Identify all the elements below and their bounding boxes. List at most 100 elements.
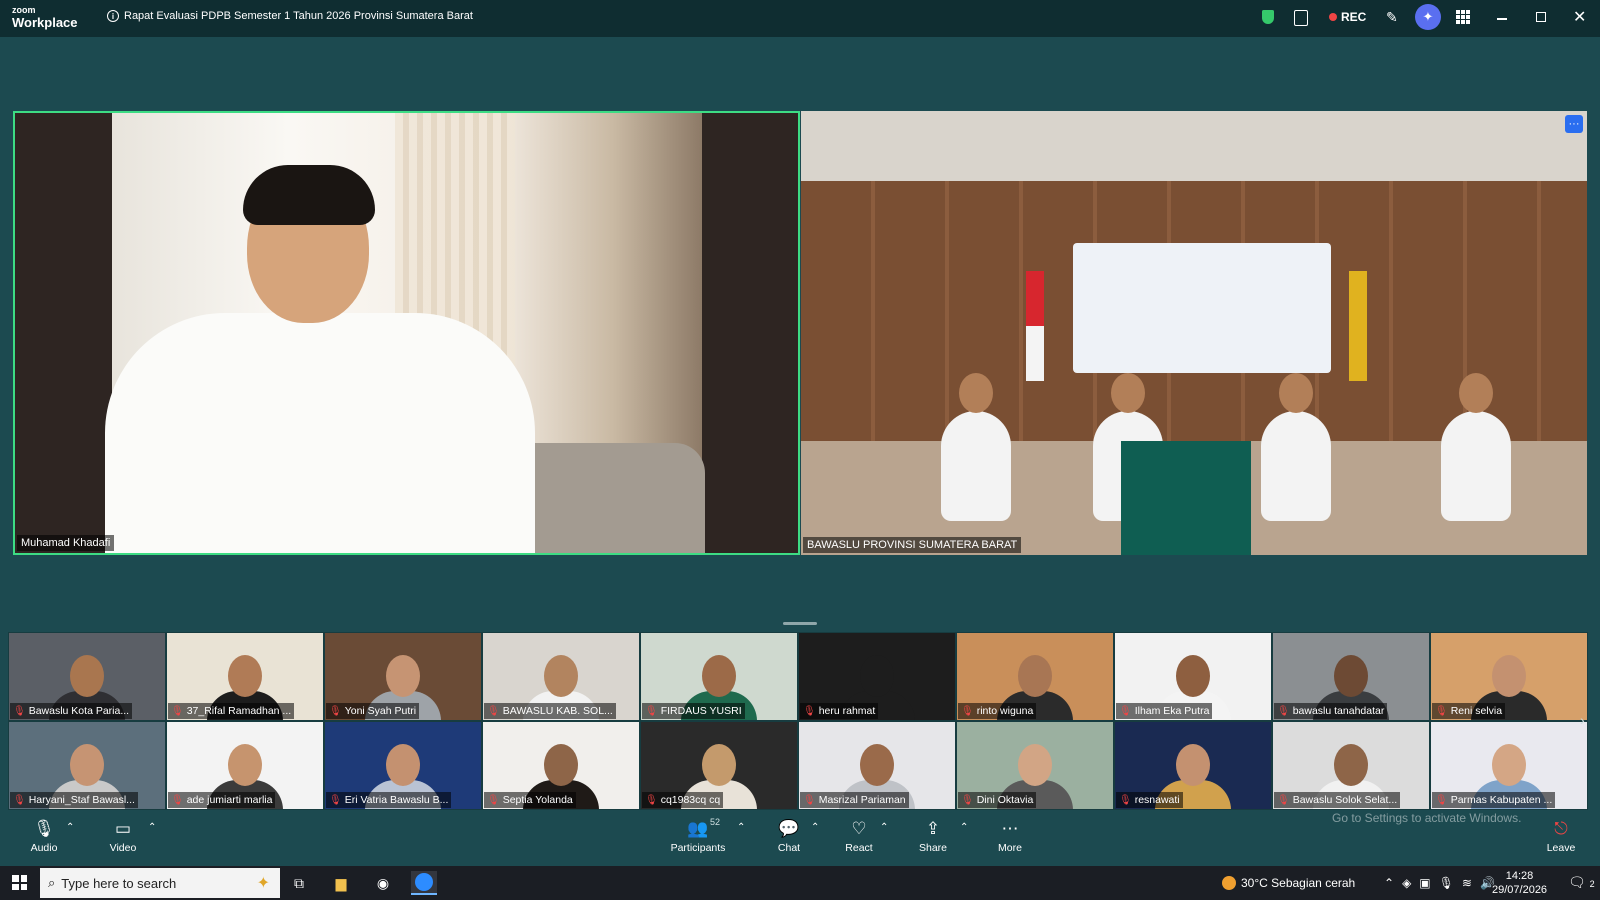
gallery-name-label: 🎙 Dini Oktavia — [958, 792, 1037, 808]
gallery-resize-handle[interactable] — [783, 622, 817, 625]
title-bar: zoom Workplace i Rapat Evaluasi PDPB Sem… — [0, 0, 1600, 37]
display-icon[interactable]: ▣ — [1419, 876, 1430, 890]
maximize-icon[interactable] — [1536, 12, 1546, 22]
gallery-name-label: 🎙 Bawaslu Kota Paria... — [10, 703, 133, 719]
minimize-icon[interactable] — [1497, 18, 1507, 20]
share-options-caret-icon[interactable]: ⌃ — [960, 822, 968, 833]
gallery-name-label: 🎙 BAWASLU KAB. SOL... — [484, 703, 616, 719]
gallery-name-label: 🎙 Septia Yolanda — [484, 792, 576, 808]
gallery-tile[interactable]: 🎙 ade jumiarti marlia — [166, 721, 324, 810]
muted-mic-icon: 🎙 — [803, 705, 816, 717]
logo-text-workplace: Workplace — [12, 15, 78, 30]
share-button[interactable]: ⇪ Share — [918, 818, 948, 854]
room-person — [941, 373, 1011, 521]
chat-options-caret-icon[interactable]: ⌃ — [811, 822, 819, 833]
camera-icon: ▭ — [114, 819, 132, 838]
gallery-tile[interactable]: 🎙 FIRDAUS YUSRI — [640, 632, 798, 721]
muted-mic-icon: 🎙 — [1435, 705, 1448, 717]
wifi-icon[interactable]: ≋ — [1462, 876, 1472, 890]
ai-companion-icon[interactable]: ✦ — [1415, 4, 1441, 30]
gallery-name-text: resnawati — [1134, 794, 1180, 806]
leave-button[interactable]: ⎋ Leave — [1546, 818, 1576, 854]
audio-button[interactable]: 🎙 Audio — [28, 818, 60, 854]
tray-overflow-chevron-icon[interactable]: ⌃ — [1384, 876, 1394, 890]
windows-start-icon[interactable] — [12, 875, 27, 890]
zoom-app-icon[interactable] — [411, 871, 437, 895]
taskbar-clock[interactable]: 14:28 29/07/2026 — [1492, 869, 1547, 897]
gallery-tile[interactable]: 🎙 bawaslu tanahdatar — [1272, 632, 1430, 721]
weather-widget[interactable]: 30°C Sebagian cerah — [1222, 876, 1355, 890]
gallery-tile[interactable]: 🎙 Parmas Kabupaten ... — [1430, 721, 1588, 810]
participant-face — [1334, 744, 1368, 786]
video-tile-speaker[interactable]: Muhamad Khadafi — [13, 111, 800, 555]
gallery-next-chevron-icon[interactable]: › — [1580, 712, 1585, 728]
gallery-name-text: Reni selvia — [1450, 705, 1503, 717]
gallery-tile[interactable]: 🎙 Dini Oktavia — [956, 721, 1114, 810]
gallery-tile[interactable]: 🎙 Bawaslu Solok Selat... — [1272, 721, 1430, 810]
participants-options-caret-icon[interactable]: ⌃ — [737, 822, 745, 833]
gallery-tile[interactable]: 🎙 resnawati — [1114, 721, 1272, 810]
participant-face — [1334, 655, 1368, 697]
gallery-name-label: 🎙 FIRDAUS YUSRI — [642, 703, 745, 719]
gallery-tile[interactable]: 🎙 Yoni Syah Putri — [324, 632, 482, 721]
apps-grid-icon[interactable] — [1456, 10, 1470, 24]
leave-label: Leave — [1546, 842, 1576, 854]
recording-indicator[interactable]: REC — [1329, 10, 1366, 24]
gallery-tile[interactable]: 🎙 cq1983cq cq — [640, 721, 798, 810]
muted-mic-icon: 🎙 — [171, 705, 184, 717]
more-button[interactable]: ⋯ More — [996, 818, 1024, 854]
notifications-button[interactable]: 🗨 2 — [1568, 874, 1595, 891]
muted-mic-icon: 🎙 — [803, 794, 816, 806]
participant-face — [860, 744, 894, 786]
gallery-tile[interactable]: 🎙 Ilham Eka Putra — [1114, 632, 1272, 721]
gallery-tile[interactable]: 🎙 Eri Vatria Bawaslu B... — [324, 721, 482, 810]
whiteboard-pen-icon[interactable]: ✎ — [1386, 9, 1398, 26]
participant-face — [1018, 655, 1052, 697]
video-tile-room[interactable]: ··· BAWASLU PROVINSI SUMATERA BARAT — [801, 111, 1587, 555]
gallery-name-text: Dini Oktavia — [976, 794, 1034, 806]
gallery-tile[interactable]: 🎙 Bawaslu Kota Paria... — [8, 632, 166, 721]
muted-mic-icon: 🎙 — [1119, 794, 1132, 806]
gallery-tile[interactable]: 🎙 Reni selvia — [1430, 632, 1588, 721]
room-person — [1261, 373, 1331, 521]
taskbar-search-box[interactable]: ⌕ Type here to search ✦ — [40, 868, 280, 898]
gallery-name-text: rinto wiguna — [976, 705, 1034, 717]
meeting-info[interactable]: i Rapat Evaluasi PDPB Semester 1 Tahun 2… — [107, 10, 473, 22]
gallery-name-text: Parmas Kabupaten ... — [1450, 794, 1553, 806]
chat-button[interactable]: 💬 Chat — [775, 818, 803, 854]
participant-hair — [243, 165, 375, 225]
gallery-name-label: 🎙 cq1983cq cq — [642, 792, 724, 808]
gallery-tile[interactable]: 🎙 Haryani_Staf Bawasl... — [8, 721, 166, 810]
file-explorer-icon[interactable]: ▆ — [328, 871, 354, 895]
network-icon[interactable]: ◈ — [1402, 876, 1411, 890]
muted-mic-icon: 🎙 — [645, 794, 658, 806]
system-tray[interactable]: ⌃ ◈ ▣ 🎙 ≋ 🔊 — [1384, 876, 1495, 890]
gallery-name-text: cq1983cq cq — [660, 794, 721, 806]
chrome-icon[interactable]: ◉ — [370, 871, 396, 895]
video-options-caret-icon[interactable]: ⌃ — [148, 822, 156, 833]
gallery-tile[interactable]: 🎙 heru rahmat — [798, 632, 956, 721]
security-shield-icon[interactable] — [1262, 10, 1274, 24]
gallery-tile[interactable]: 🎙 rinto wiguna — [956, 632, 1114, 721]
muted-mic-icon: 🎙 — [961, 794, 974, 806]
microphone-icon[interactable]: 🎙 — [1439, 876, 1454, 890]
react-options-caret-icon[interactable]: ⌃ — [880, 822, 888, 833]
notes-icon[interactable] — [1294, 10, 1308, 26]
video-button[interactable]: ▭ Video — [106, 818, 140, 854]
clock-date: 29/07/2026 — [1492, 884, 1548, 896]
participant-face — [386, 744, 420, 786]
tile-more-options-icon[interactable]: ··· — [1565, 115, 1583, 133]
audio-options-caret-icon[interactable]: ⌃ — [66, 822, 74, 833]
gallery-tile[interactable]: 🎙 Masrizal Pariaman — [798, 721, 956, 810]
task-view-icon[interactable]: ⧉ — [286, 871, 312, 895]
close-icon[interactable]: ✕ — [1573, 7, 1586, 27]
react-button[interactable]: ♡ React — [845, 818, 873, 854]
rec-label: REC — [1341, 10, 1367, 24]
info-icon[interactable]: i — [107, 10, 119, 22]
gallery-tile[interactable]: 🎙 BAWASLU KAB. SOL... — [482, 632, 640, 721]
notification-icon: 🗨 — [1568, 874, 1586, 890]
react-label: React — [845, 842, 873, 854]
muted-mic-icon: 🎙 — [1119, 705, 1132, 717]
gallery-tile[interactable]: 🎙 37_Rifal Ramadhan ... — [166, 632, 324, 721]
gallery-tile[interactable]: 🎙 Septia Yolanda — [482, 721, 640, 810]
